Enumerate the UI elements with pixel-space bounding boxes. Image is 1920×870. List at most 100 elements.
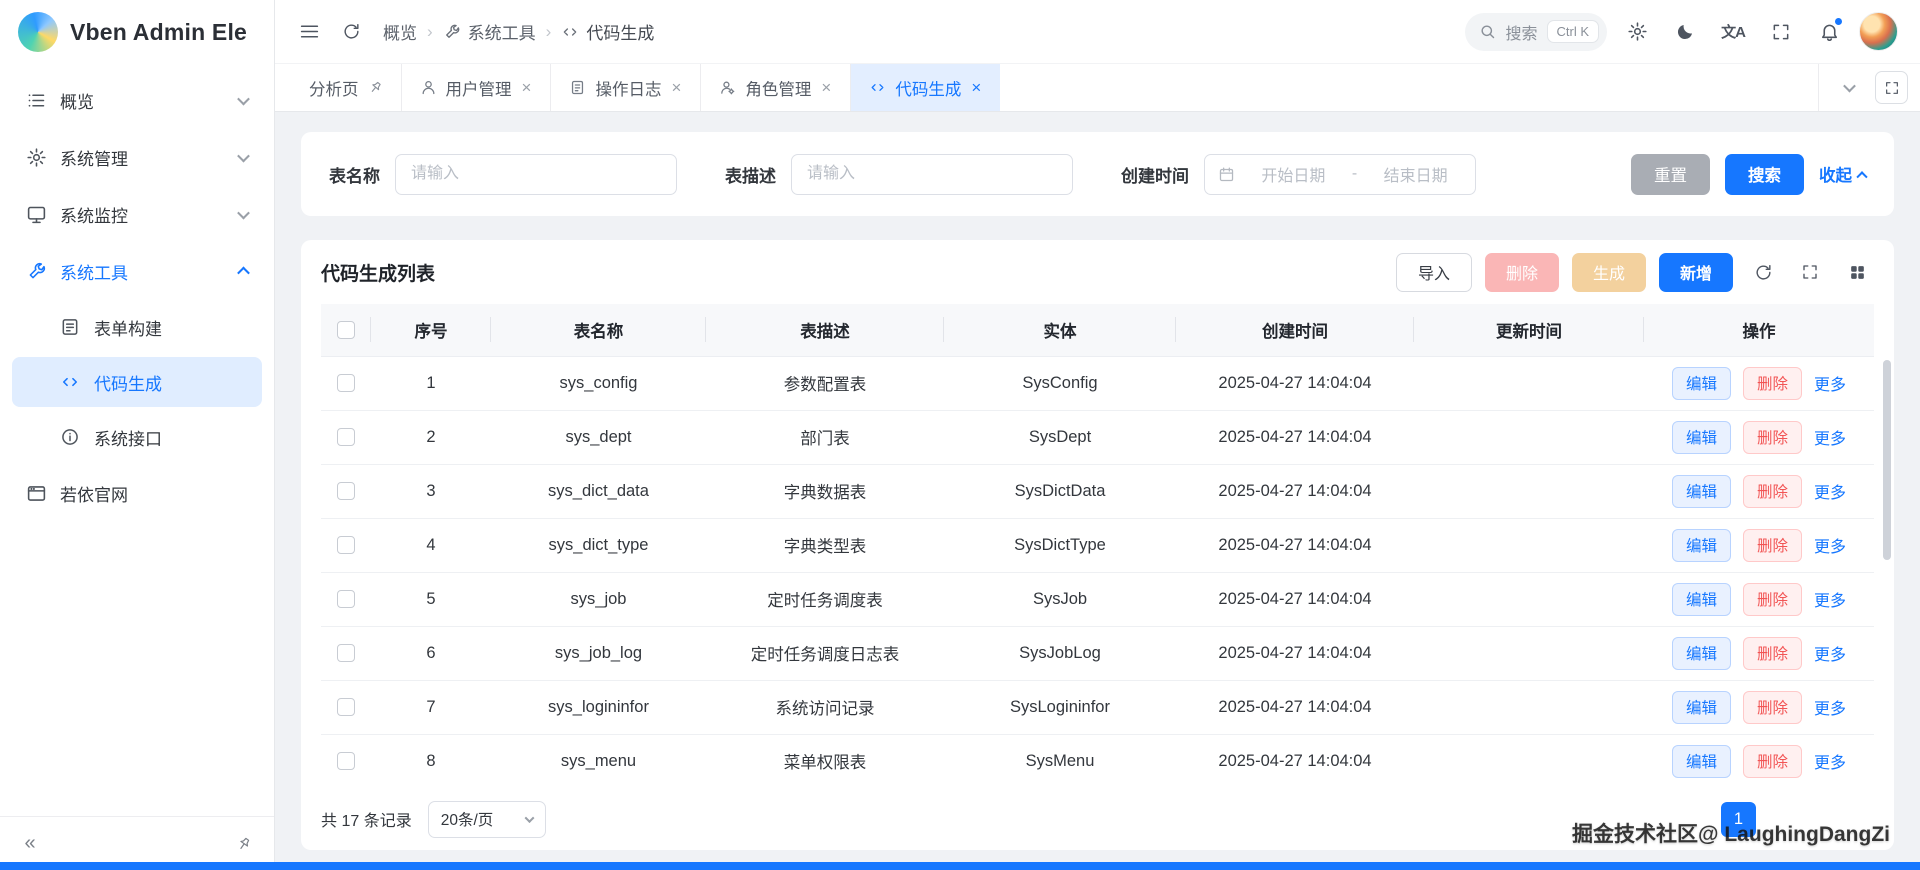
sidebar-item-form-builder[interactable]: 表单构建 [12, 302, 262, 352]
filter-actions: 重置 搜索 收起 [1631, 153, 1868, 195]
edit-button[interactable]: 编辑 [1671, 366, 1731, 400]
sidebar-item-official-site[interactable]: 若依官网 [12, 467, 262, 519]
delete-button[interactable]: 删除 [1742, 420, 1802, 454]
batch-delete-button[interactable]: 删除 [1484, 252, 1559, 292]
breadcrumb-item-system-tools[interactable]: 系统工具 [443, 19, 536, 44]
row-checkbox[interactable] [337, 482, 355, 501]
date-range-picker[interactable]: 开始日期 - 结束日期 [1204, 153, 1476, 195]
row-checkbox[interactable] [337, 698, 355, 717]
edit-button[interactable]: 编辑 [1671, 744, 1731, 778]
column-header-updated: 更新时间 [1414, 304, 1644, 357]
language-translate-button[interactable]: 文A [1715, 14, 1751, 50]
tab-operation-log[interactable]: 操作日志 × [550, 64, 700, 111]
edit-button[interactable]: 编辑 [1671, 582, 1731, 616]
cell-index: 7 [371, 680, 491, 735]
generate-button[interactable]: 生成 [1571, 252, 1646, 292]
sidebar-item-system-monitor[interactable]: 系统监控 [12, 188, 262, 240]
page-size-select[interactable]: 20条/页 [427, 800, 546, 838]
tab-bar: 分析页 用户管理 × 操作日志 × 角色管理 × 代码生成 × [275, 64, 1920, 112]
row-checkbox[interactable] [337, 428, 355, 447]
pin-sidebar-button[interactable] [228, 828, 260, 860]
sidebar-item-system-tools[interactable]: 系统工具 [12, 245, 262, 297]
chevron-down-icon [237, 149, 250, 162]
table-name-input[interactable] [395, 153, 677, 195]
form-icon [60, 317, 81, 338]
close-icon[interactable]: × [970, 79, 982, 96]
field-label: 表名称 [329, 166, 380, 186]
delete-button[interactable]: 删除 [1742, 690, 1802, 724]
close-icon[interactable]: × [521, 79, 533, 96]
tab-user-management[interactable]: 用户管理 × [400, 64, 551, 111]
user-avatar[interactable] [1859, 12, 1898, 51]
delete-button[interactable]: 删除 [1742, 744, 1802, 778]
table-fullscreen-button[interactable] [1793, 255, 1827, 289]
sidebar-item-system-api[interactable]: 系统接口 [12, 412, 262, 462]
more-button[interactable]: 更多 [1814, 479, 1846, 503]
notifications-bell-button[interactable] [1811, 14, 1847, 50]
refresh-page-button[interactable] [333, 14, 369, 50]
role-icon [719, 79, 736, 96]
cell-table-name: sys_dict_type [491, 518, 706, 573]
cell-index: 4 [371, 518, 491, 573]
menu-toggle-button[interactable] [291, 14, 327, 50]
delete-button[interactable]: 删除 [1742, 366, 1802, 400]
tabs-dropdown-button[interactable] [1831, 70, 1867, 106]
select-all-checkbox[interactable] [337, 320, 355, 339]
more-button[interactable]: 更多 [1814, 641, 1846, 665]
breadcrumb-item-code-generation[interactable]: 代码生成 [561, 19, 654, 44]
edit-button[interactable]: 编辑 [1671, 636, 1731, 670]
delete-button[interactable]: 删除 [1742, 582, 1802, 616]
settings-gear-button[interactable] [1619, 14, 1655, 50]
vertical-scrollbar[interactable] [1883, 360, 1891, 560]
sidebar-item-system-management[interactable]: 系统管理 [12, 131, 262, 183]
sidebar-item-overview[interactable]: 概览 [12, 74, 262, 126]
search-button[interactable]: 搜索 [1725, 153, 1804, 195]
tab-role-management[interactable]: 角色管理 × [700, 64, 850, 111]
more-button[interactable]: 更多 [1814, 533, 1846, 557]
cell-table-desc: 菜单权限表 [706, 734, 944, 788]
edit-button[interactable]: 编辑 [1671, 528, 1731, 562]
collapse-sidebar-button[interactable]: « [14, 828, 46, 860]
cell-entity: SysJob [944, 572, 1176, 627]
breadcrumb-item-overview[interactable]: 概览 [383, 19, 417, 44]
edit-button[interactable]: 编辑 [1671, 690, 1731, 724]
row-checkbox[interactable] [337, 374, 355, 393]
add-button[interactable]: 新增 [1658, 252, 1733, 292]
delete-button[interactable]: 删除 [1742, 636, 1802, 670]
row-checkbox[interactable] [337, 536, 355, 555]
fullscreen-button[interactable] [1763, 14, 1799, 50]
tab-code-generation[interactable]: 代码生成 × [850, 64, 1001, 111]
more-button[interactable]: 更多 [1814, 695, 1846, 719]
reset-button[interactable]: 重置 [1631, 153, 1710, 195]
refresh-table-button[interactable] [1746, 255, 1780, 289]
delete-button[interactable]: 删除 [1742, 528, 1802, 562]
tab-label: 用户管理 [445, 80, 512, 99]
close-icon[interactable]: × [820, 79, 832, 96]
sidebar-item-code-generation[interactable]: 代码生成 [12, 357, 262, 407]
row-checkbox[interactable] [337, 590, 355, 609]
row-checkbox[interactable] [337, 752, 355, 771]
table-desc-input[interactable] [791, 153, 1073, 195]
more-button[interactable]: 更多 [1814, 371, 1846, 395]
import-button[interactable]: 导入 [1395, 252, 1472, 292]
tab-analysis-page[interactable]: 分析页 [291, 64, 401, 111]
delete-button[interactable]: 删除 [1742, 474, 1802, 508]
chevron-down-icon [1842, 79, 1856, 93]
search-placeholder: 搜索 [1505, 25, 1538, 43]
close-icon[interactable]: × [670, 79, 682, 96]
date-start-placeholder: 开始日期 [1261, 168, 1326, 185]
column-settings-button[interactable] [1840, 255, 1874, 289]
brand[interactable]: Vben Admin Ele [0, 0, 274, 64]
more-button[interactable]: 更多 [1814, 587, 1846, 611]
edit-button[interactable]: 编辑 [1671, 474, 1731, 508]
collapse-filter-link[interactable]: 收起 [1819, 162, 1868, 186]
cell-updated [1414, 734, 1644, 788]
edit-button[interactable]: 编辑 [1671, 420, 1731, 454]
more-button[interactable]: 更多 [1814, 749, 1846, 773]
dark-mode-moon-button[interactable] [1667, 14, 1703, 50]
row-checkbox[interactable] [337, 644, 355, 663]
more-button[interactable]: 更多 [1814, 425, 1846, 449]
global-search[interactable]: 搜索 Ctrl K [1465, 12, 1607, 51]
maximize-content-button[interactable] [1875, 71, 1908, 104]
page-1-button[interactable]: 1 [1721, 801, 1756, 837]
